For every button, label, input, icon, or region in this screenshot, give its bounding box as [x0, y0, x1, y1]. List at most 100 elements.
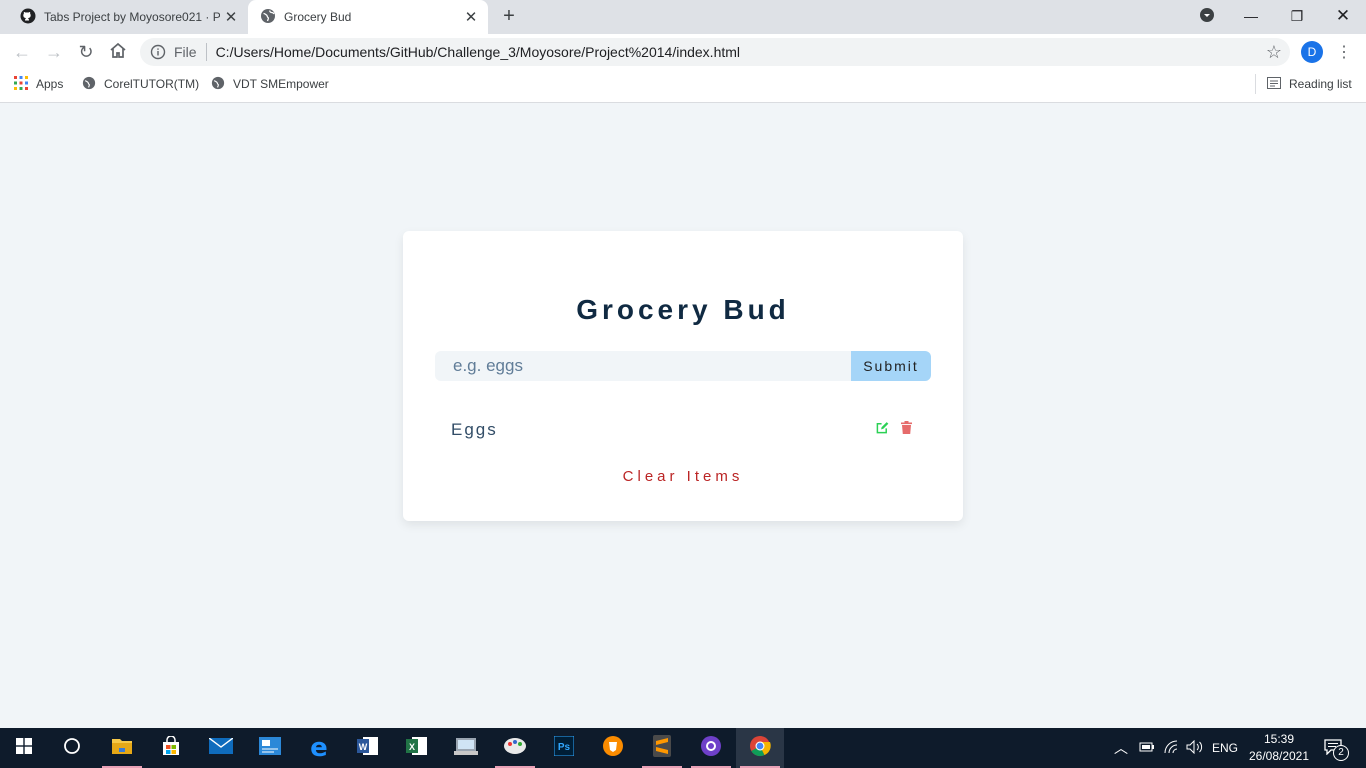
notification-center-button[interactable]: 2 [1324, 728, 1349, 768]
wifi-icon [1164, 740, 1180, 757]
trash-icon [900, 421, 912, 439]
submit-button[interactable]: Submit [851, 351, 931, 381]
taskbar-file-explorer[interactable] [98, 728, 146, 768]
grocery-item-name: Eggs [451, 420, 498, 439]
reading-list-icon [1267, 76, 1281, 93]
browser-toolbar: ← → ↻ File C:/Users/Home/Documents/GitHu… [0, 34, 1366, 70]
taskbar-mail[interactable] [197, 728, 245, 768]
restore-button[interactable]: ❐ [1274, 0, 1320, 32]
edge-icon: e [310, 733, 328, 763]
bookmark-label: Apps [36, 77, 64, 91]
close-icon: ✕ [1335, 6, 1351, 25]
mail-icon [208, 736, 234, 759]
avatar[interactable]: D [1301, 41, 1323, 63]
tab-search-button[interactable] [1184, 0, 1230, 32]
network-status[interactable] [1164, 728, 1180, 768]
windows-icon [16, 737, 32, 759]
divider [1255, 74, 1256, 94]
divider [205, 43, 207, 61]
app-icon [454, 736, 478, 761]
minimize-button[interactable]: — [1228, 0, 1274, 32]
battery-status[interactable] [1139, 728, 1155, 768]
taskbar-photos[interactable] [246, 728, 294, 768]
edit-button[interactable] [873, 421, 891, 439]
battery-icon [1139, 741, 1155, 756]
taskbar: e W X Ps ︿ ENG 15:39 26/08/2021 2 [0, 728, 1366, 768]
grocery-input[interactable] [435, 351, 851, 381]
clear-items-button[interactable]: Clear Items [403, 468, 963, 485]
page-title: Grocery Bud [576, 294, 790, 325]
tab-strip: Tabs Project by Moyosore021 · Pu ✕ Groce… [0, 0, 1366, 34]
taskbar-word[interactable]: W [344, 728, 392, 768]
chevron-down-circle-icon [1199, 7, 1215, 26]
reading-list-button[interactable]: Reading list [1267, 70, 1352, 98]
bookmark-label: CorelTUTOR(TM) [104, 77, 200, 91]
start-button[interactable] [0, 728, 48, 768]
taskbar-brave[interactable] [589, 728, 637, 768]
reload-icon: ↻ [78, 41, 94, 62]
svg-text:X: X [409, 742, 415, 752]
grocery-form: Submit [435, 351, 931, 381]
menu-button[interactable]: ⋮ [1332, 40, 1356, 64]
paint-icon [503, 736, 527, 761]
chrome-icon [749, 735, 771, 762]
brave-icon [602, 735, 624, 762]
info-icon[interactable] [150, 44, 166, 65]
url-text[interactable]: C:/Users/Home/Documents/GitHub/Challenge… [216, 44, 740, 60]
tab-grocery-bud[interactable]: Grocery Bud ✕ [248, 0, 488, 34]
close-icon[interactable]: ✕ [460, 8, 482, 26]
globe-icon [260, 8, 276, 27]
arrow-right-icon: → [45, 41, 63, 62]
minimize-icon: — [1244, 8, 1258, 24]
scheme-label: File [174, 44, 197, 60]
restore-icon: ❐ [1290, 7, 1304, 24]
clock[interactable]: 15:39 26/08/2021 [1244, 731, 1314, 765]
taskbar-paint[interactable] [491, 728, 539, 768]
clock-time: 15:39 [1263, 732, 1295, 746]
taskbar-sublime[interactable] [638, 728, 686, 768]
new-tab-button[interactable]: + [498, 6, 520, 28]
bookmark-apps[interactable]: Apps [14, 70, 63, 98]
search-button[interactable] [48, 728, 96, 768]
delete-button[interactable] [897, 421, 915, 439]
store-icon [161, 734, 181, 761]
address-bar[interactable]: File C:/Users/Home/Documents/GitHub/Chal… [140, 38, 1290, 66]
show-hidden-icons-button[interactable]: ︿ [1114, 728, 1128, 768]
bookmarks-bar: Apps CorelTUTOR(TM) VDT SMEmpower Readin… [0, 70, 1366, 103]
bookmark-coreltutor[interactable]: CorelTUTOR(TM) [82, 70, 199, 98]
taskbar-store[interactable] [147, 728, 195, 768]
bookmark-vdt-smempower[interactable]: VDT SMEmpower [211, 70, 329, 98]
reload-button[interactable]: ↻ [74, 40, 98, 64]
photoshop-icon: Ps [553, 735, 575, 761]
taskbar-app[interactable] [442, 728, 490, 768]
language-indicator[interactable]: ENG [1212, 728, 1238, 768]
sublime-icon [653, 734, 671, 762]
home-button[interactable] [106, 40, 130, 64]
speaker-icon [1186, 739, 1204, 757]
star-icon[interactable]: ☆ [1266, 42, 1282, 63]
tab-tabs-project[interactable]: Tabs Project by Moyosore021 · Pu ✕ [8, 0, 248, 34]
github-icon [20, 8, 36, 27]
forward-button[interactable]: → [42, 40, 66, 64]
bookmark-label: VDT SMEmpower [233, 77, 329, 91]
globe-icon [82, 76, 96, 93]
back-button[interactable]: ← [10, 40, 34, 64]
taskbar-chrome[interactable] [736, 728, 784, 768]
cortana-icon [63, 737, 81, 760]
taskbar-photoshop[interactable]: Ps [540, 728, 588, 768]
taskbar-edge[interactable]: e [295, 728, 343, 768]
file-explorer-icon [111, 736, 133, 761]
clock-date: 26/08/2021 [1248, 749, 1310, 763]
globe-icon [211, 76, 225, 93]
chevron-up-icon: ︿ [1114, 740, 1128, 756]
taskbar-github-desktop[interactable] [687, 728, 735, 768]
volume-control[interactable] [1186, 728, 1204, 768]
svg-text:Ps: Ps [558, 742, 571, 753]
edit-icon [876, 421, 889, 439]
photos-icon [259, 736, 281, 760]
close-window-button[interactable]: ✕ [1320, 0, 1366, 32]
github-desktop-icon [700, 735, 722, 762]
taskbar-excel[interactable]: X [393, 728, 441, 768]
close-icon[interactable]: ✕ [220, 8, 242, 26]
grocery-item: Eggs [451, 417, 915, 443]
